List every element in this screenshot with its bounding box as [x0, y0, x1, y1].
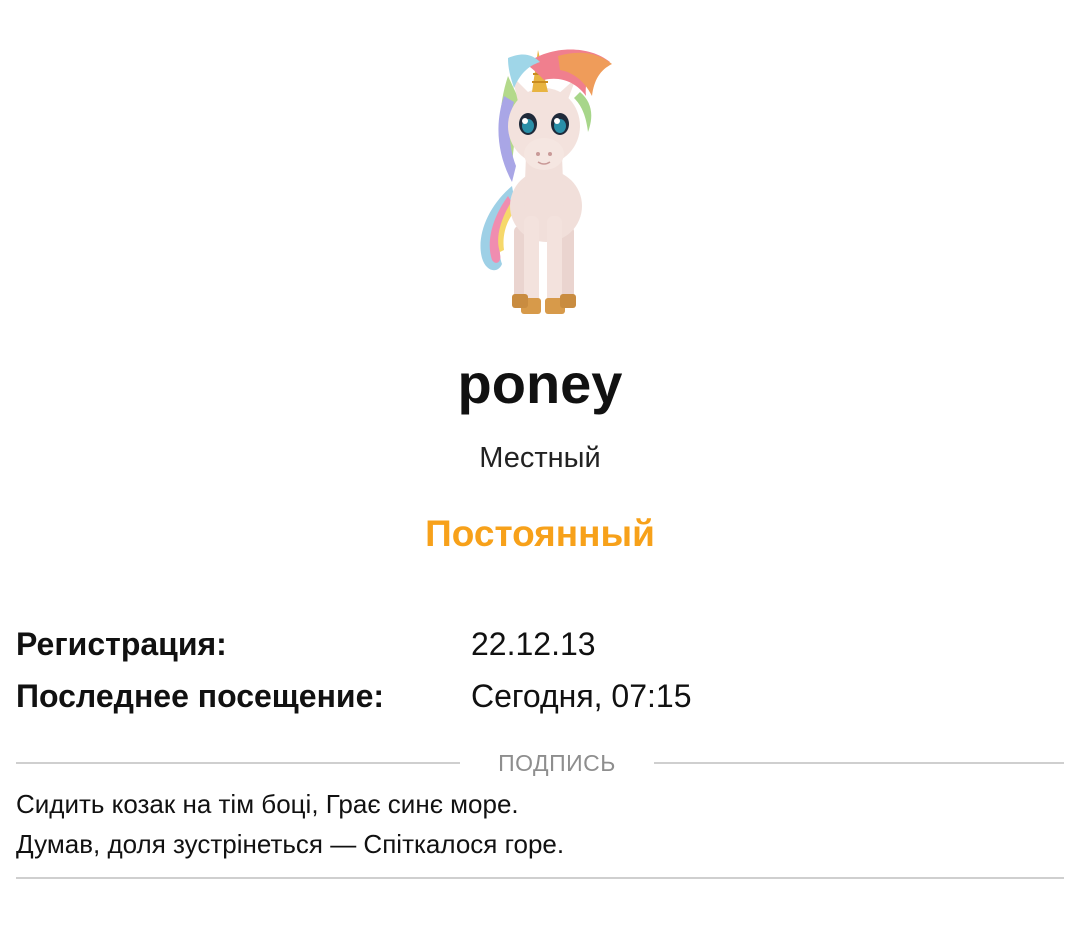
- pony-avatar-icon: [468, 36, 620, 322]
- registration-value: 22.12.13: [471, 626, 596, 662]
- bottom-divider: [16, 877, 1064, 879]
- registration-row: Регистрация: 22.12.13: [16, 622, 1064, 666]
- divider-line-right: [654, 762, 1064, 764]
- profile-page: poney Местный Постоянный Регистрация: 22…: [0, 0, 1080, 930]
- signature-line: Думав, доля зустрінеться — Спіткалося го…: [16, 829, 565, 859]
- divider-line-left: [16, 762, 460, 764]
- signature-heading: ПОДПИСЬ: [498, 750, 616, 776]
- last-visit-label: Последнее посещение:: [16, 678, 385, 714]
- signature-text: Сидить козак на тім боці, Грає синє море…: [16, 784, 1064, 864]
- last-visit-value: Сегодня, 07:15: [471, 678, 692, 714]
- username: poney: [457, 352, 623, 415]
- last-visit-row: Последнее посещение: Сегодня, 07:15: [16, 674, 1064, 718]
- user-title: Местный: [479, 442, 601, 474]
- registration-label: Регистрация:: [16, 626, 227, 662]
- signature-line: Сидить козак на тім боці, Грає синє море…: [16, 789, 519, 819]
- user-rank: Постоянный: [425, 513, 655, 554]
- signature-divider: ПОДПИСЬ: [16, 748, 1064, 778]
